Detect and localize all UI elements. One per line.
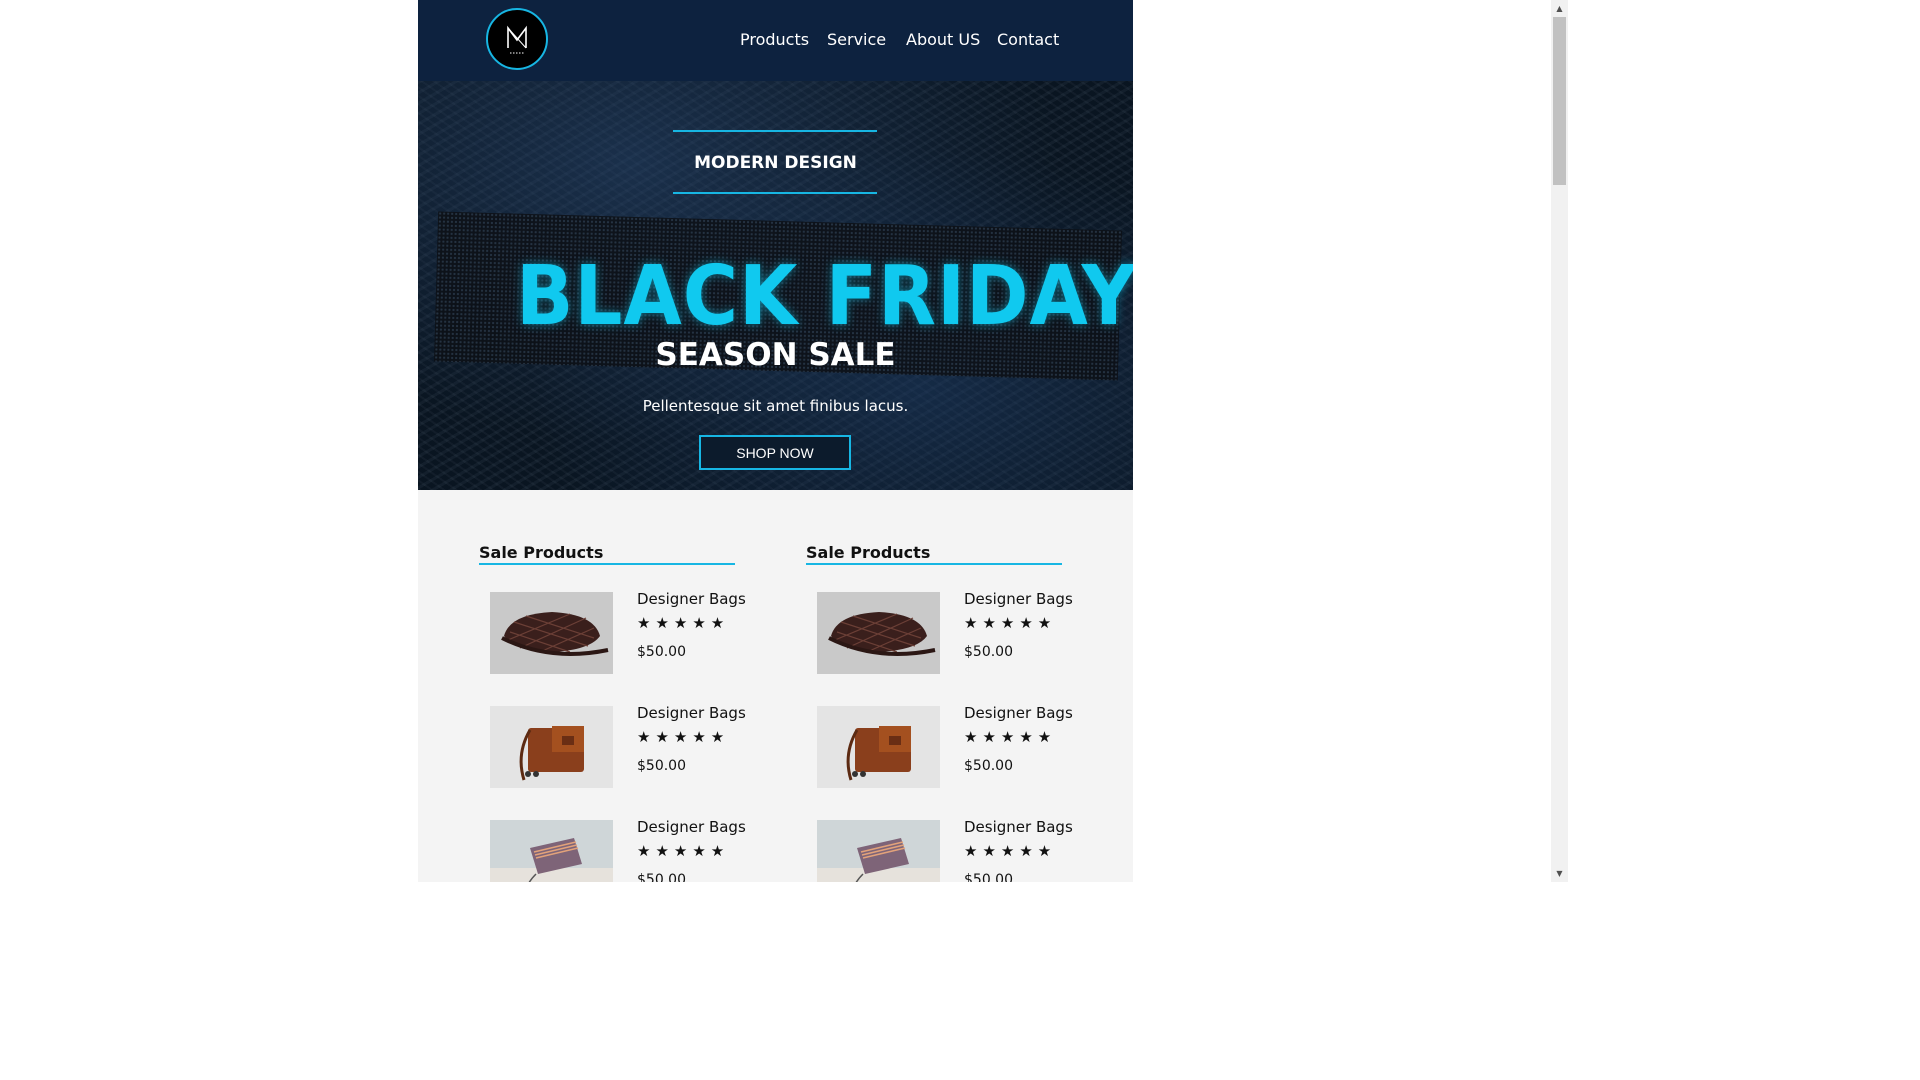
scrollbar-thumb[interactable] (1553, 17, 1566, 185)
logo-mark-icon (507, 25, 527, 54)
hero-banner: MODERN DESIGN BLACK FRIDAY SEASON SALE P… (418, 81, 1133, 490)
section-underline (806, 563, 1062, 565)
scroll-down-arrow-icon[interactable]: ▼ (1551, 865, 1568, 882)
nav-service[interactable]: Service (827, 30, 886, 49)
hero-tagline: Pellentesque sit amet finibus lacus. (642, 397, 909, 415)
product-price: $50.00 (964, 644, 1013, 660)
section-underline (479, 563, 735, 565)
product-name[interactable]: Designer Bags (964, 818, 1073, 836)
product-item[interactable]: Designer Bags ★★★★★ $50.00 (817, 704, 1107, 788)
rating-stars: ★★★★★ (964, 614, 1057, 632)
rating-stars: ★★★★★ (964, 728, 1057, 746)
shop-now-button[interactable]: SHOP NOW (699, 435, 851, 470)
hero-subheadline: SEASON SALE (655, 337, 896, 373)
nav-products[interactable]: Products (740, 30, 809, 49)
nav-contact[interactable]: Contact (997, 30, 1059, 49)
nav-about-us[interactable]: About US (906, 30, 980, 49)
page: Products Service About US Contact MODERN… (418, 0, 1133, 882)
section-title: Sale Products (806, 543, 931, 562)
hero-eyebrow: MODERN DESIGN (694, 153, 857, 173)
product-image-waist-bag[interactable] (817, 592, 940, 674)
divider-bottom (673, 192, 877, 194)
product-price: $50.00 (964, 872, 1013, 882)
product-price: $50.00 (964, 758, 1013, 774)
product-image-satchel[interactable] (817, 706, 940, 788)
product-item[interactable]: Designer Bags ★★★★★ $50.00 (490, 704, 780, 788)
logo[interactable] (486, 8, 548, 70)
vertical-scrollbar[interactable]: ▲ ▼ (1551, 0, 1568, 882)
scroll-up-arrow-icon[interactable]: ▲ (1551, 0, 1568, 17)
product-price: $50.00 (637, 758, 686, 774)
hero-headline: BLACK FRIDAY (516, 249, 1133, 344)
product-item[interactable]: Designer Bags ★★★★★ $50.00 (817, 590, 1107, 674)
rating-stars: ★★★★★ (637, 728, 730, 746)
product-item[interactable]: Designer Bags ★★★★★ $50.00 (490, 590, 780, 674)
product-name[interactable]: Designer Bags (964, 704, 1073, 722)
section-title: Sale Products (479, 543, 604, 562)
product-name[interactable]: Designer Bags (964, 590, 1073, 608)
product-price: $50.00 (637, 644, 686, 660)
product-image-clutch[interactable] (490, 820, 613, 882)
product-name[interactable]: Designer Bags (637, 704, 746, 722)
rating-stars: ★★★★★ (637, 842, 730, 860)
product-item[interactable]: Designer Bags ★★★★★ $50.00 (817, 818, 1107, 882)
rating-stars: ★★★★★ (637, 614, 730, 632)
product-name[interactable]: Designer Bags (637, 818, 746, 836)
product-image-satchel[interactable] (490, 706, 613, 788)
rating-stars: ★★★★★ (964, 842, 1057, 860)
product-item[interactable]: Designer Bags ★★★★★ $50.00 (490, 818, 780, 882)
product-price: $50.00 (637, 872, 686, 882)
navbar: Products Service About US Contact (418, 0, 1133, 81)
product-image-clutch[interactable] (817, 820, 940, 882)
product-name[interactable]: Designer Bags (637, 590, 746, 608)
divider-top (673, 130, 877, 132)
product-image-waist-bag[interactable] (490, 592, 613, 674)
